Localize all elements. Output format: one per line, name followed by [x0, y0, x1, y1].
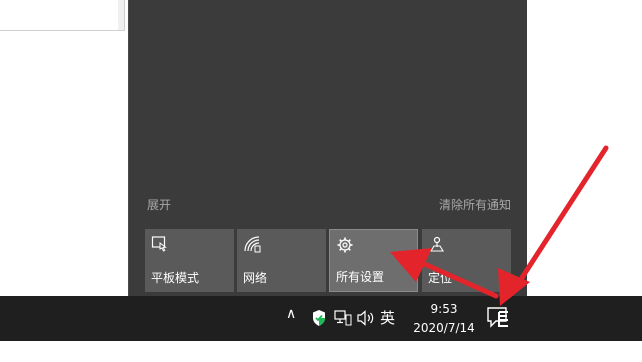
network-icon: [244, 236, 261, 253]
tile-network[interactable]: 网络: [237, 229, 326, 292]
tile-label: 平板模式: [151, 271, 200, 285]
settings-gear-icon: [337, 237, 353, 253]
tile-label: 所有设置: [336, 270, 385, 284]
action-center-panel: 展开 清除所有通知 平板模式 网络 所有设置 定位: [128, 0, 527, 296]
volume-icon[interactable]: [356, 309, 376, 327]
clear-all-notifications-link[interactable]: 清除所有通知: [439, 196, 511, 213]
network-monitor-icon[interactable]: [334, 310, 352, 326]
expand-link[interactable]: 展开: [147, 196, 171, 213]
background-window: [0, 0, 125, 31]
system-clock[interactable]: 9:53 2020/7/14: [408, 300, 480, 338]
notification-icon: [487, 307, 508, 328]
location-icon: [430, 236, 444, 252]
tile-label: 网络: [243, 271, 268, 285]
window-edge: [118, 0, 124, 30]
desktop-strip: [0, 341, 642, 362]
action-center-button[interactable]: [482, 296, 518, 341]
tile-all-settings[interactable]: 所有设置: [329, 229, 418, 292]
tile-location[interactable]: 定位: [422, 229, 511, 292]
clock-time: 9:53: [430, 302, 458, 316]
security-shield-icon[interactable]: [311, 309, 327, 327]
taskbar: ∧ 英 9:53 2020/7/14: [0, 296, 642, 341]
quick-actions: 平板模式 网络 所有设置 定位: [145, 229, 511, 293]
tablet-mode-icon: [151, 236, 167, 252]
tile-label: 定位: [428, 271, 453, 285]
clock-date: 2020/7/14: [413, 321, 475, 335]
tile-tablet-mode[interactable]: 平板模式: [145, 229, 234, 292]
